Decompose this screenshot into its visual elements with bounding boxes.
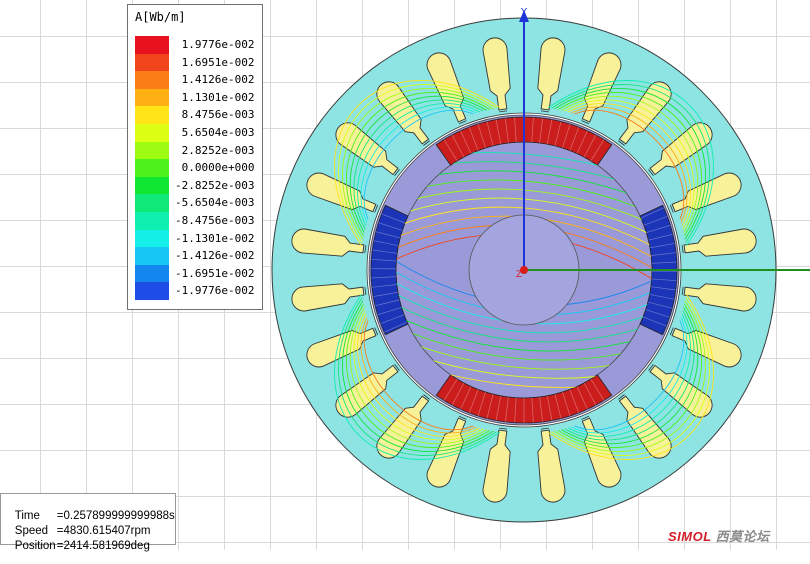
motor-cross-section: Y Z xyxy=(0,0,810,550)
legend-swatch xyxy=(135,159,169,177)
legend-label: 1.4126e-002 xyxy=(175,73,254,86)
watermark-suffix: 西莫论坛 xyxy=(716,529,770,544)
legend-entry: -8.4756e-003 xyxy=(128,212,262,230)
legend-swatch xyxy=(135,194,169,212)
legend-swatch xyxy=(135,142,169,160)
legend-swatch xyxy=(135,106,169,124)
legend-swatch xyxy=(135,282,169,300)
legend-swatch xyxy=(135,54,169,72)
legend-label: 2.8252e-003 xyxy=(175,144,254,157)
legend-entry: -5.6504e-003 xyxy=(128,194,262,212)
position-key: Position xyxy=(15,540,57,552)
legend-swatch xyxy=(135,71,169,89)
legend-label: 5.6504e-003 xyxy=(175,126,254,139)
legend-swatch xyxy=(135,230,169,248)
legend-label: 1.9776e-002 xyxy=(175,38,254,51)
status-time: Time=0.257899999999988s xyxy=(2,498,175,513)
legend-entry: 1.9776e-002 xyxy=(128,36,262,54)
legend-label: -1.4126e-002 xyxy=(175,249,254,262)
legend-swatch xyxy=(135,212,169,230)
legend-entry: 2.8252e-003 xyxy=(128,142,262,160)
legend-swatch xyxy=(135,36,169,54)
legend-label: -1.6951e-002 xyxy=(175,267,254,280)
legend-label: 1.6951e-002 xyxy=(175,56,254,69)
legend-label: -2.8252e-003 xyxy=(175,179,254,192)
status-position: Position=2414.581969deg xyxy=(2,528,150,543)
legend-swatch xyxy=(135,124,169,142)
legend-label: 0.0000e+000 xyxy=(175,161,254,174)
legend-label: -1.9776e-002 xyxy=(175,284,254,297)
y-axis-label: Y xyxy=(520,7,528,18)
legend-entry: 5.6504e-003 xyxy=(128,124,262,142)
status-panel: Time=0.257899999999988s Speed=4830.61540… xyxy=(0,493,176,545)
legend-entry: 1.1301e-002 xyxy=(128,89,262,107)
legend-label: -5.6504e-003 xyxy=(175,196,254,209)
legend-entry: 8.4756e-003 xyxy=(128,106,262,124)
legend-entry: -1.1301e-002 xyxy=(128,230,262,248)
legend-swatch xyxy=(135,89,169,107)
legend-entry: 1.4126e-002 xyxy=(128,71,262,89)
legend-title: A[Wb/m] xyxy=(135,10,186,24)
legend-entry: -1.4126e-002 xyxy=(128,247,262,265)
position-value: =2414.581969deg xyxy=(57,540,150,552)
legend-entry: -1.9776e-002 xyxy=(128,282,262,300)
watermark-logo: SIMOL 西莫论坛 xyxy=(668,526,770,544)
legend-label: -8.4756e-003 xyxy=(175,214,254,227)
legend-label: -1.1301e-002 xyxy=(175,232,254,245)
origin-label: Z xyxy=(516,270,522,280)
legend-entry: -2.8252e-003 xyxy=(128,177,262,195)
color-legend[interactable]: A[Wb/m] 1.9776e-002 1.6951e-002 1.4126e-… xyxy=(127,4,263,310)
legend-swatch xyxy=(135,177,169,195)
field-plot-viewport[interactable]: Y Z xyxy=(0,0,810,550)
watermark-brand: SIMOL xyxy=(668,529,711,544)
legend-label: 1.1301e-002 xyxy=(175,91,254,104)
legend-entry: 1.6951e-002 xyxy=(128,54,262,72)
status-speed: Speed=4830.615407rpm xyxy=(2,513,150,528)
legend-entry: -1.6951e-002 xyxy=(128,265,262,283)
legend-entry: 0.0000e+000 xyxy=(128,159,262,177)
legend-label: 8.4756e-003 xyxy=(175,108,254,121)
legend-swatch xyxy=(135,247,169,265)
legend-swatch xyxy=(135,265,169,283)
